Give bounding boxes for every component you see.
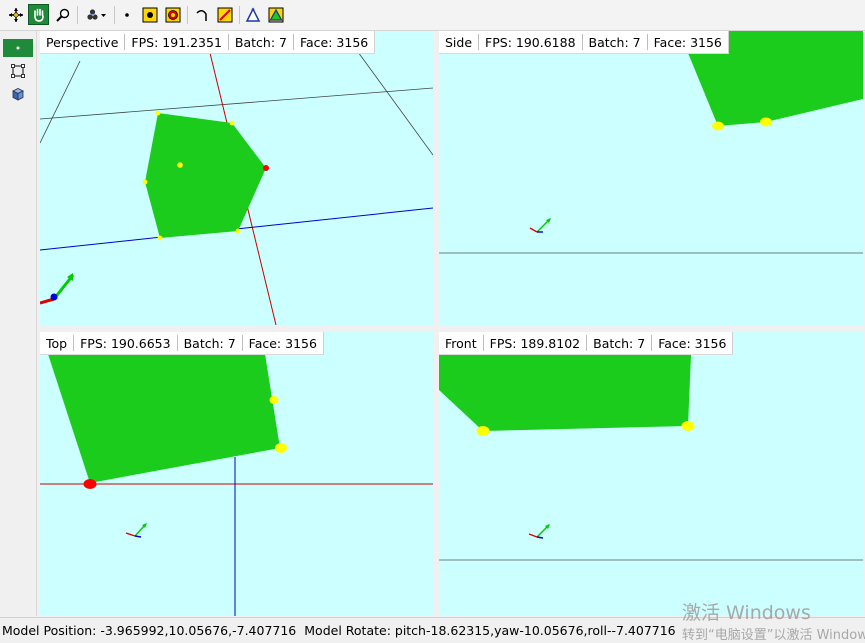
select-dot-icon <box>16 46 20 50</box>
viewport-info-bar: Side FPS: 190.6188 Batch: 7 Face: 3156 <box>439 31 729 54</box>
vertex-point <box>142 179 148 185</box>
toolbar-separator <box>77 6 78 24</box>
light-dropdown-button[interactable] <box>83 4 111 25</box>
main-toolbar <box>0 0 865 31</box>
side-scene <box>439 31 863 254</box>
vertex-point <box>275 443 287 453</box>
line-icon <box>217 7 232 22</box>
front-scene <box>439 332 863 561</box>
mesh-face <box>48 354 280 483</box>
vertex-point <box>269 396 279 404</box>
triangle-outline-icon <box>245 6 260 22</box>
hand-icon <box>33 8 44 22</box>
axis-gizmo <box>528 524 550 539</box>
select-tool-button[interactable] <box>3 39 33 57</box>
vertex-point <box>229 120 235 126</box>
viewport-info-bar: Front FPS: 189.8102 Batch: 7 Face: 3156 <box>439 332 734 355</box>
vertex-point <box>235 228 241 234</box>
grid-line <box>40 60 81 144</box>
vertex-point <box>681 421 695 431</box>
axis-gizmo <box>529 218 551 233</box>
toolbar-separator <box>114 6 115 24</box>
activation-watermark-subtitle: 转到“电脑设置”以激活 Windows <box>682 628 865 643</box>
face-readout: Face: 3156 <box>299 34 369 50</box>
axis-gizmo <box>40 273 75 305</box>
face-readout: Face: 3156 <box>248 335 317 351</box>
fps-readout: FPS: 190.6653 <box>80 335 171 351</box>
batch-readout: Batch: 7 <box>234 34 287 50</box>
dot-icon <box>124 12 129 17</box>
batch-readout: Batch: 7 <box>588 34 641 50</box>
mesh-face <box>145 113 266 238</box>
viewport-perspective[interactable]: Perspective FPS: 191.2351 Batch: 7 Face:… <box>40 31 433 325</box>
model-rotate-readout: Model Rotate: pitch-18.62315,yaw-10.0567… <box>304 622 676 638</box>
left-toolbar <box>0 31 37 616</box>
curve-tool-button[interactable] <box>191 4 212 25</box>
shade-tool-button[interactable] <box>3 85 33 103</box>
face-readout: Face: 3156 <box>658 335 727 351</box>
points-dropdown-icon <box>87 8 106 20</box>
viewport-side[interactable]: Side FPS: 190.6188 Batch: 7 Face: 3156 <box>439 31 863 325</box>
cube-icon <box>12 88 24 101</box>
vertex-point <box>760 117 772 127</box>
triangle-filled-icon <box>268 7 283 22</box>
vertex-point <box>157 235 163 241</box>
vertex-point <box>712 121 724 131</box>
viewport-info-bar: Perspective FPS: 191.2351 Batch: 7 Face:… <box>40 31 376 54</box>
selected-vertex-point <box>83 479 97 489</box>
yellow-dot-icon <box>142 7 157 22</box>
viewport-name: Top <box>46 335 68 351</box>
face-readout: Face: 3156 <box>653 34 722 50</box>
batch-readout: Batch: 7 <box>183 335 236 351</box>
move-tool-button[interactable] <box>5 4 26 25</box>
vertex-point <box>476 426 490 436</box>
fps-readout: FPS: 190.6188 <box>485 34 576 50</box>
viewport-name: Front <box>445 335 477 351</box>
model-position-readout: Model Position: -3.965992,10.05676,-7.40… <box>2 622 297 638</box>
viewport-info-bar: Top FPS: 190.6653 Batch: 7 Face: 3156 <box>40 332 324 355</box>
viewport-top[interactable]: Top FPS: 190.6653 Batch: 7 Face: 3156 <box>40 332 433 616</box>
point-tool-button[interactable] <box>116 4 137 25</box>
center-vertex-point <box>177 162 183 168</box>
toolbar-separator <box>187 6 188 24</box>
viewport-name: Side <box>445 34 473 50</box>
bounding-box-icon <box>11 64 25 78</box>
axis-gizmo <box>125 523 147 538</box>
activation-watermark-title: 激活 Windows <box>682 602 811 624</box>
grid-line <box>40 87 433 120</box>
bullseye-icon <box>165 7 180 22</box>
zoom-tool-button[interactable] <box>52 4 73 25</box>
line-tool-button[interactable] <box>214 4 235 25</box>
bullseye-tool-button[interactable] <box>162 4 183 25</box>
selected-vertex-point <box>263 165 269 171</box>
vertex-tool-button[interactable] <box>139 4 160 25</box>
magnifier-icon <box>55 8 69 22</box>
perspective-scene <box>40 40 433 325</box>
viewport-front[interactable]: Front FPS: 189.8102 Batch: 7 Face: 3156 <box>439 332 863 616</box>
top-scene <box>40 354 433 616</box>
vertex-point <box>155 110 161 116</box>
bounding-box-tool-button[interactable] <box>3 62 33 80</box>
triangle-filled-tool-button[interactable] <box>265 4 286 25</box>
toolbar-separator <box>239 6 240 24</box>
fps-readout: FPS: 189.8102 <box>489 335 581 351</box>
batch-readout: Batch: 7 <box>593 335 646 351</box>
curve-icon <box>195 9 207 21</box>
triangle-outline-tool-button[interactable] <box>242 4 263 25</box>
grid-line <box>349 40 433 156</box>
crosshair-move-icon <box>8 7 23 22</box>
fps-readout: FPS: 191.2351 <box>131 34 222 50</box>
viewport-name: Perspective <box>46 34 119 50</box>
pan-tool-button[interactable] <box>28 4 49 25</box>
